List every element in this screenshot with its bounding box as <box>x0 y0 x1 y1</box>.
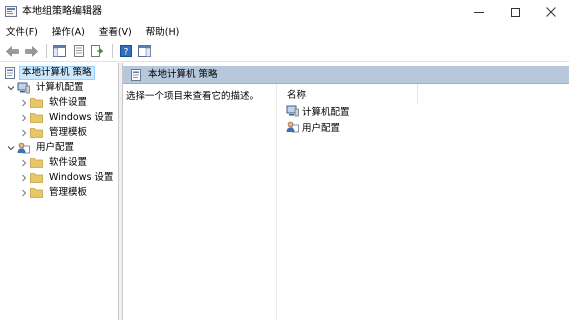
back-button[interactable] <box>4 43 21 60</box>
show-hide-tree-button[interactable] <box>51 43 68 60</box>
tree-item-user-config[interactable]: 用户配置 <box>6 140 77 155</box>
menu-file[interactable]: 文件(F) <box>6 27 38 39</box>
list-item-user-config[interactable]: 用户配置 <box>286 120 340 134</box>
folder-icon <box>30 97 43 109</box>
action-pane-icon <box>138 45 151 57</box>
detail-pane: 本地计算机 策略 选择一个项目来查看它的描述。 名称 计算机配置 用户配置 <box>123 63 569 320</box>
forward-button[interactable] <box>23 43 40 60</box>
detail-header: 本地计算机 策略 <box>123 66 569 84</box>
properties-icon <box>73 45 84 57</box>
expanded-chevron-icon[interactable] <box>6 143 15 152</box>
policy-document-icon <box>3 66 16 79</box>
collapsed-chevron-icon[interactable] <box>19 158 28 167</box>
tree-item-label: Windows 设置 <box>49 111 114 123</box>
minimize-icon <box>474 11 484 13</box>
collapsed-chevron-icon[interactable] <box>19 113 28 122</box>
tree-item-local-policy[interactable]: 本地计算机 策略 <box>3 65 95 80</box>
folder-icon <box>30 112 43 124</box>
computer-icon <box>17 82 30 94</box>
tree-item-label: 本地计算机 策略 <box>19 65 95 80</box>
collapsed-chevron-icon[interactable] <box>19 173 28 182</box>
menu-view[interactable]: 查看(V) <box>99 27 132 39</box>
toolbar: ? <box>0 41 569 62</box>
window-title: 本地组策略编辑器 <box>22 6 102 17</box>
tree-item-computer-software-settings[interactable]: 软件设置 <box>19 95 90 110</box>
export-list-button[interactable] <box>89 43 106 60</box>
menu-bar: 文件(F) 操作(A) 查看(V) 帮助(H) <box>0 24 569 41</box>
user-icon <box>17 142 30 154</box>
menu-help[interactable]: 帮助(H) <box>146 27 180 39</box>
policy-editor-icon <box>5 6 17 17</box>
detail-header-title: 本地计算机 策略 <box>148 68 218 80</box>
tree-item-label: 软件设置 <box>49 156 88 168</box>
computer-icon <box>286 105 299 117</box>
collapsed-chevron-icon[interactable] <box>19 128 28 137</box>
help-icon: ? <box>119 45 132 58</box>
tree-item-user-admin-templates[interactable]: 管理模板 <box>19 185 90 200</box>
help-button[interactable]: ? <box>117 43 134 60</box>
tree-item-computer-config[interactable]: 计算机配置 <box>6 80 87 95</box>
folder-icon <box>30 187 43 199</box>
close-icon <box>546 7 556 17</box>
toolbar-separator <box>112 44 113 58</box>
folder-icon <box>30 157 43 169</box>
policy-document-icon <box>129 68 142 81</box>
minimize-button[interactable] <box>462 0 496 24</box>
show-action-pane-button[interactable] <box>136 43 153 60</box>
close-button[interactable] <box>534 0 568 24</box>
export-list-icon <box>91 45 104 57</box>
list-item-computer-config[interactable]: 计算机配置 <box>286 104 350 118</box>
list-item-label: 用户配置 <box>302 123 341 134</box>
tree-item-label: Windows 设置 <box>49 171 114 183</box>
user-icon <box>286 121 299 133</box>
properties-button[interactable] <box>70 43 87 60</box>
folder-icon <box>30 127 43 139</box>
collapsed-chevron-icon[interactable] <box>19 188 28 197</box>
expanded-chevron-icon[interactable] <box>6 83 15 92</box>
back-arrow-icon <box>6 45 19 57</box>
tree-item-label: 管理模板 <box>49 126 88 138</box>
tree-item-user-windows-settings[interactable]: Windows 设置 <box>19 170 116 185</box>
maximize-button[interactable] <box>498 0 532 24</box>
tree-item-user-software-settings[interactable]: 软件设置 <box>19 155 90 170</box>
svg-text:?: ? <box>123 48 128 58</box>
tree-item-computer-windows-settings[interactable]: Windows 设置 <box>19 110 116 125</box>
menu-action[interactable]: 操作(A) <box>52 27 85 39</box>
folder-icon <box>30 172 43 184</box>
item-list: 名称 计算机配置 用户配置 <box>276 84 569 320</box>
list-item-label: 计算机配置 <box>302 107 350 118</box>
tree-item-label: 用户配置 <box>36 141 75 153</box>
item-description: 选择一个项目来查看它的描述。 <box>126 91 260 102</box>
tree-item-label: 计算机配置 <box>36 81 84 93</box>
console-tree: 本地计算机 策略 计算机配置 软件设置 Windows 设置 管理模板 用户配置… <box>0 63 119 320</box>
maximize-icon <box>510 7 520 17</box>
tree-item-label: 软件设置 <box>49 96 88 108</box>
column-header-name[interactable]: 名称 <box>277 84 418 104</box>
console-tree-icon <box>53 45 66 57</box>
collapsed-chevron-icon[interactable] <box>19 98 28 107</box>
title-bar: 本地组策略编辑器 <box>0 0 569 24</box>
tree-item-computer-admin-templates[interactable]: 管理模板 <box>19 125 90 140</box>
forward-arrow-icon <box>25 45 38 57</box>
toolbar-separator <box>46 44 47 58</box>
tree-item-label: 管理模板 <box>49 186 88 198</box>
